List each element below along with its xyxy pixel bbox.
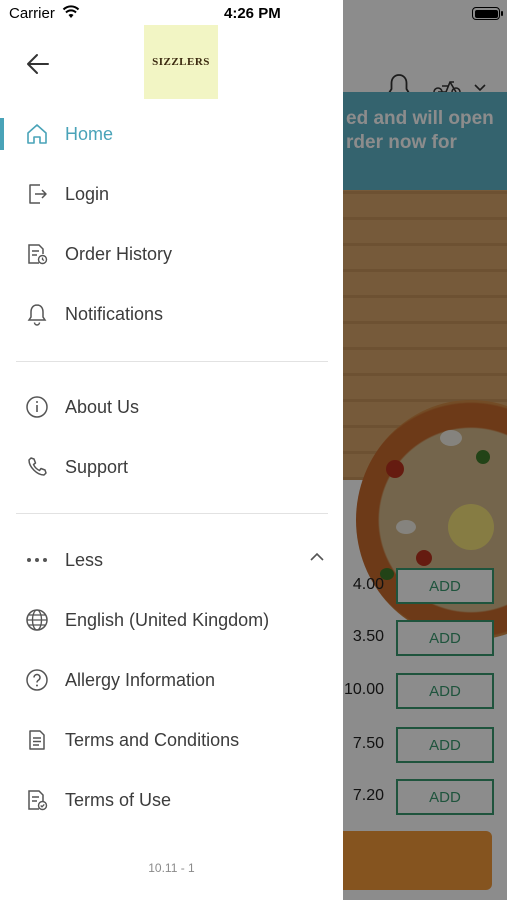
battery-nub — [501, 11, 503, 16]
carrier-label: Carrier — [9, 5, 55, 22]
menu-item-support[interactable]: Support — [0, 441, 343, 493]
menu-item-label: Home — [65, 123, 114, 144]
document-icon — [24, 727, 50, 753]
battery-icon — [472, 7, 500, 20]
menu-item-terms-and-conditions[interactable]: Terms and Conditions — [0, 714, 343, 766]
menu-item-label: English (United Kingdom) — [65, 609, 270, 630]
more-dots-icon — [24, 547, 50, 573]
phone-icon — [24, 454, 50, 480]
restaurant-logo: SIZZLERS — [144, 25, 218, 99]
document-check-icon — [24, 787, 50, 813]
menu-item-allergy-information[interactable]: Allergy Information — [0, 654, 343, 706]
menu-item-label: About Us — [65, 396, 140, 417]
app-version: 10.11 - 1 — [148, 861, 195, 875]
login-icon — [24, 181, 50, 207]
order-history-icon — [24, 241, 50, 267]
wifi-icon — [62, 5, 80, 18]
home-icon — [24, 121, 50, 147]
question-icon — [24, 667, 50, 693]
globe-icon — [24, 607, 50, 633]
menu-toggle-less[interactable]: Less — [0, 534, 343, 586]
menu-item-terms-of-use[interactable]: Terms of Use — [0, 774, 343, 826]
chevron-up-icon[interactable] — [310, 552, 324, 562]
back-arrow-icon[interactable] — [24, 50, 52, 78]
menu-item-label: Less — [65, 549, 104, 570]
status-bar: Carrier 4:26 PM — [0, 0, 507, 28]
menu-item-home[interactable]: Home — [0, 108, 343, 160]
divider — [16, 513, 328, 514]
bell-icon — [24, 301, 50, 327]
menu-item-label: Support — [65, 456, 129, 477]
logo-text: SIZZLERS — [152, 56, 210, 68]
status-time: 4:26 PM — [224, 5, 281, 22]
menu-item-label: Order History — [65, 243, 173, 264]
menu-item-label: Terms and Conditions — [65, 729, 240, 750]
menu-item-about-us[interactable]: About Us — [0, 381, 343, 433]
menu-item-label: Allergy Information — [65, 669, 216, 690]
menu-item-order-history[interactable]: Order History — [0, 228, 343, 280]
menu-item-label: Terms of Use — [65, 789, 172, 810]
menu-item-language[interactable]: English (United Kingdom) — [0, 594, 343, 646]
menu-item-notifications[interactable]: Notifications — [0, 288, 343, 340]
menu-item-label: Notifications — [65, 303, 164, 324]
menu-item-label: Login — [65, 183, 110, 204]
info-icon — [24, 394, 50, 420]
side-drawer: SIZZLERS Home Login Order History Notifi… — [0, 0, 343, 900]
divider — [16, 361, 328, 362]
menu-item-login[interactable]: Login — [0, 168, 343, 220]
